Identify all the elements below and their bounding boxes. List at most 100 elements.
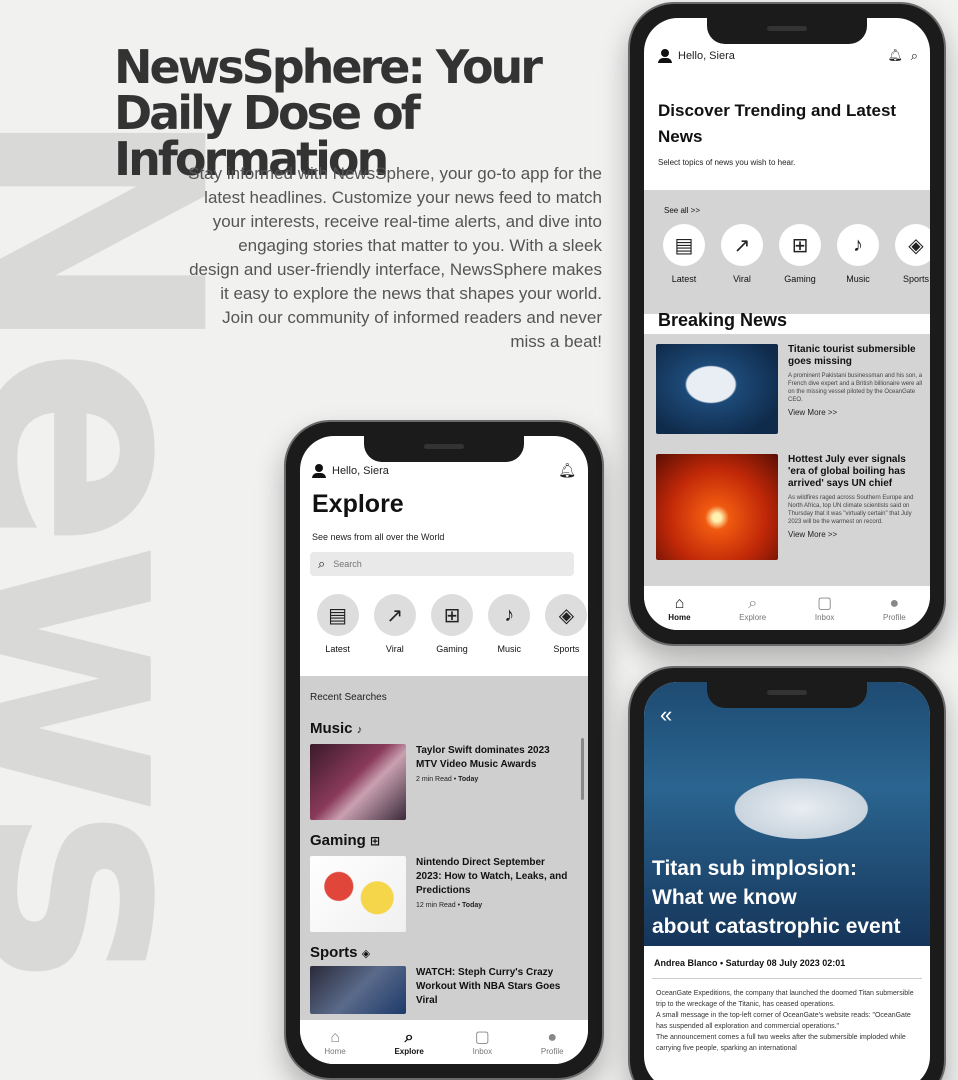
category-music[interactable]: ♪ Music [488, 594, 531, 654]
list-item[interactable]: Nintendo Direct September 2023: How to W… [310, 856, 570, 932]
article-title: Titanic tourist submersible goes missing [788, 344, 916, 367]
explore-phone: Hello, Siera 🔔︎ Explore See news from al… [284, 420, 604, 1080]
category-label: Music [846, 274, 870, 284]
trending-up-icon: ↗ [721, 224, 763, 266]
category-label: Latest [671, 274, 697, 284]
search-input[interactable] [333, 559, 534, 569]
nav-profile[interactable]: ● Profile [541, 1029, 564, 1056]
category-label: Music [497, 644, 521, 654]
greeting[interactable]: Hello, Siera [312, 463, 389, 478]
category-sports[interactable]: ◈ Sports [545, 594, 588, 654]
greeting-text: Hello, Siera [678, 50, 735, 62]
article-hero-image: « Titan sub implosion: What we know abou… [644, 682, 930, 946]
category-label: Viral [385, 644, 404, 654]
recent-searches-panel: Recent Searches Music ♪ Taylor Swift dom… [300, 676, 588, 1020]
phone-notch [707, 682, 867, 708]
greeting-text: Hello, Siera [332, 464, 389, 477]
microphone-icon: ♪ [488, 594, 531, 636]
phone-notch [364, 436, 524, 462]
user-icon [658, 49, 672, 63]
nav-explore[interactable]: ⌕ Explore [739, 595, 766, 622]
bell-icon[interactable]: 🔔︎ [558, 462, 576, 479]
category-panel: See all >> ▤ Latest ↗ Viral ⊞ Gaming ♪ Music… [644, 190, 930, 314]
search-icon: ⌕ [404, 1028, 414, 1046]
list-item[interactable]: Taylor Swift dominates 2023 MTV Video Mu… [310, 744, 570, 820]
category-label: Gaming [436, 644, 468, 654]
see-all-link[interactable]: See all >> [664, 206, 700, 215]
home-screen: Hello, Siera 🔔︎ ⌕ Discover Trending and … [644, 18, 930, 630]
article-title: WATCH: Steph Curry's Crazy Workout With … [416, 967, 561, 1006]
nav-home[interactable]: ⌂ Home [324, 1029, 345, 1056]
gamepad-icon: ⊞ [370, 834, 381, 848]
category-label: Sports [902, 274, 929, 284]
category-latest[interactable]: ▤ Latest [662, 224, 706, 284]
category-latest[interactable]: ▤ Latest [316, 594, 359, 654]
newspaper-icon: ▤ [316, 594, 359, 636]
article-thumbnail [656, 344, 778, 434]
category-viral[interactable]: ↗ Viral [720, 224, 764, 284]
article-title: Taylor Swift dominates 2023 MTV Video Mu… [416, 745, 550, 770]
news-card[interactable]: Titanic tourist submersible goes missing… [656, 344, 924, 434]
microphone-icon: ♪ [356, 724, 363, 736]
divider [652, 978, 922, 979]
section-heading-gaming: Gaming ⊞ [310, 832, 381, 849]
category-music[interactable]: ♪ Music [836, 224, 880, 284]
hero-description: Stay informed with NewsSphere, your go-t… [188, 164, 602, 351]
article-title: Hottest July ever signals 'era of global… [788, 454, 906, 489]
football-icon: ◈ [895, 224, 930, 266]
home-icon: ⌂ [674, 594, 685, 612]
breaking-news-heading: Breaking News [658, 310, 788, 330]
view-more-link[interactable]: View More >> [788, 530, 924, 539]
explore-screen: Hello, Siera 🔔︎ Explore See news from al… [300, 436, 588, 1064]
category-viral[interactable]: ↗ Viral [373, 594, 416, 654]
category-label: Latest [325, 644, 350, 654]
article-thumbnail [656, 454, 778, 560]
newspaper-icon: ▤ [663, 224, 705, 266]
article-thumbnail [310, 966, 406, 1014]
category-panel: ▤ Latest ↗ Viral ⊞ Gaming ♪ Music ◈ Sports [300, 582, 588, 674]
category-gaming[interactable]: ⊞ Gaming [430, 594, 473, 654]
search-bar[interactable]: ⌕ [310, 552, 574, 576]
back-button[interactable]: « [660, 702, 672, 728]
nav-inbox[interactable]: ▢ Inbox [473, 1029, 493, 1056]
search-icon[interactable]: ⌕ [911, 48, 918, 64]
greeting[interactable]: Hello, Siera [658, 49, 735, 63]
news-card[interactable]: Hottest July ever signals 'era of global… [656, 454, 924, 560]
category-label: Gaming [784, 274, 816, 284]
football-icon: ◈ [361, 948, 371, 960]
category-gaming[interactable]: ⊞ Gaming [778, 224, 822, 284]
article-summary: As wildfires raged across Southern Europ… [788, 495, 914, 525]
nav-explore[interactable]: ⌕ Explore [394, 1029, 423, 1056]
article-summary: A prominent Pakistani businessman and hi… [788, 373, 923, 403]
search-icon: ⌕ [318, 556, 326, 571]
scrollbar[interactable] [581, 738, 584, 800]
bottom-nav: ⌂ Home ⌕ Explore ▢ Inbox ● Profile [300, 1020, 588, 1064]
inbox-icon: ▢ [474, 1028, 490, 1046]
home-phone: Hello, Siera 🔔︎ ⌕ Discover Trending and … [628, 2, 946, 646]
microphone-icon: ♪ [837, 224, 879, 266]
article-title: Nintendo Direct September 2023: How to W… [416, 857, 568, 896]
gamepad-icon: ⊞ [779, 224, 821, 266]
nav-inbox[interactable]: ▢ Inbox [815, 595, 835, 622]
list-item[interactable]: WATCH: Steph Curry's Crazy Workout With … [310, 966, 570, 1014]
article-phone: « Titan sub implosion: What we know abou… [628, 666, 946, 1080]
football-icon: ◈ [545, 594, 588, 636]
article-meta: 2 min Read • Today [416, 776, 479, 783]
page-title: Explore [312, 490, 404, 518]
home-icon: ⌂ [330, 1028, 340, 1046]
gamepad-icon: ⊞ [431, 594, 473, 636]
page-title: Discover Trending and Latest News [658, 101, 897, 146]
user-icon [312, 463, 326, 478]
breaking-news-panel: Titanic tourist submersible goes missing… [644, 334, 930, 586]
category-sports[interactable]: ◈ Sports [894, 224, 930, 284]
trending-up-icon: ↗ [373, 594, 416, 636]
page-subtitle: Select topics of news you wish to hear. [658, 158, 796, 167]
section-heading-music: Music ♪ [310, 720, 363, 737]
nav-home[interactable]: ⌂ Home [668, 595, 690, 622]
nav-profile[interactable]: ● Profile [883, 595, 906, 622]
page-subtitle: See news from all over the World [312, 532, 445, 542]
article-meta: 12 min Read • Today [416, 902, 483, 909]
bell-icon[interactable]: 🔔︎ [887, 48, 902, 64]
profile-icon: ● [889, 594, 900, 612]
view-more-link[interactable]: View More >> [788, 408, 924, 417]
